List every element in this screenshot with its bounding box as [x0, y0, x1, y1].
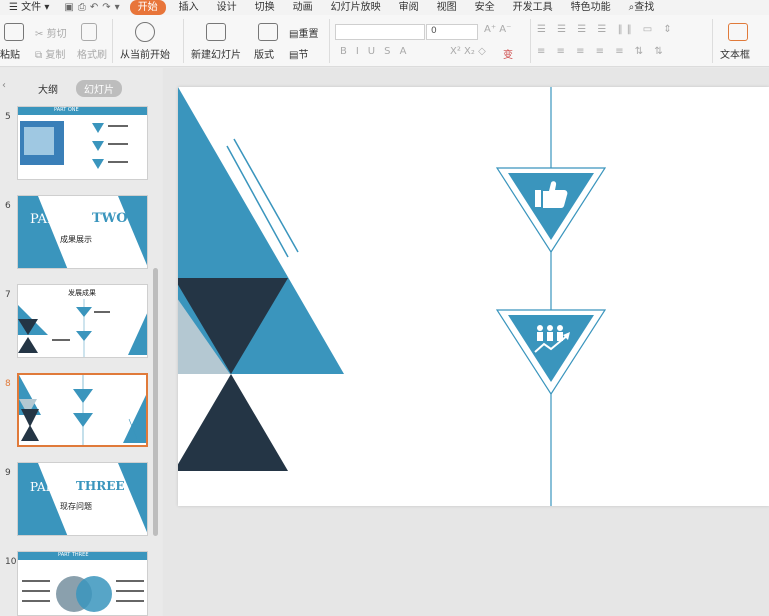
slide-7-title: 发展成果: [68, 289, 96, 297]
panel-scrollbar[interactable]: [153, 268, 158, 536]
tab-design[interactable]: 设计: [208, 0, 246, 15]
tab-special[interactable]: 特色功能: [562, 0, 620, 15]
align-buttons[interactable]: ≡ ≡ ≡ ≡ ≡ ⇅ ⇅: [537, 46, 667, 57]
tab-security[interactable]: 安全: [466, 0, 504, 15]
brush-icon: [81, 23, 97, 41]
slide-thumbnail-6[interactable]: PART TWO 成果展示: [17, 195, 148, 269]
slide-5-title: PART ONE: [54, 107, 79, 113]
list-buttons[interactable]: ☰ ☰ ☰ ☰ ‖‖ ▭ ⇕: [537, 24, 676, 35]
play-icon[interactable]: [135, 22, 155, 42]
slide-10-graphic: [18, 552, 147, 612]
copy-icon: ⧉: [35, 50, 43, 61]
new-slide-button[interactable]: 新建幻灯片: [191, 46, 241, 61]
tab-animation[interactable]: 动画: [284, 0, 322, 15]
cut-button[interactable]: ✂ 剪切: [35, 25, 67, 40]
slide-number: 7: [5, 290, 11, 300]
main-slide-graphic: [178, 87, 607, 506]
tab-review[interactable]: 审阅: [390, 0, 428, 15]
redo-icon[interactable]: ↷: [102, 2, 110, 13]
search-button[interactable]: ⌕查找: [620, 0, 664, 15]
slide-9-word: THREE: [76, 479, 125, 493]
menu-bar: ☰ 文件 ▾ ▣ ⎙ ↶ ↷ ▾ 开始 插入 设计 切换 动画 幻灯片放映 审阅…: [0, 0, 769, 15]
slide-10-title: PART THREE: [58, 552, 89, 558]
tab-start[interactable]: 开始: [129, 0, 166, 15]
slide-number: 5: [5, 112, 11, 122]
slide-number: 10: [5, 557, 17, 567]
tab-outline[interactable]: 大纲: [30, 80, 66, 97]
slide-9-part: PART: [30, 480, 63, 494]
slide-number: 9: [5, 468, 11, 478]
slide-8-graphic: [19, 375, 146, 445]
panel-tabs: 大纲 幻灯片: [30, 80, 122, 97]
font-style-buttons[interactable]: BIUSA: [340, 46, 416, 57]
section-button[interactable]: ▤节: [289, 46, 308, 61]
slide-thumbnail-10[interactable]: PART THREE: [17, 551, 148, 616]
print-icon[interactable]: ⎙: [78, 2, 86, 13]
phonetic-icon[interactable]: 变: [503, 46, 513, 61]
slide-9-graphic: [38, 463, 147, 535]
undo-icon[interactable]: ↶: [90, 2, 98, 13]
slide-6-part: PART: [30, 212, 66, 227]
textbox-button[interactable]: 文本框: [720, 46, 750, 61]
tab-slides[interactable]: 幻灯片: [76, 80, 122, 97]
dark-up-triangle: [178, 374, 288, 471]
menu-file[interactable]: ☰ 文件 ▾: [0, 0, 58, 15]
tab-view[interactable]: 视图: [428, 0, 466, 15]
slide-thumbnail-5[interactable]: PART ONE: [17, 106, 148, 180]
slide-number: 6: [5, 201, 11, 211]
tab-developer[interactable]: 开发工具: [504, 0, 562, 15]
layout-button[interactable]: 版式: [254, 46, 274, 61]
paste-icon[interactable]: [4, 23, 24, 41]
slide-thumbnail-7[interactable]: 发展成果: [17, 284, 148, 358]
font-name-select[interactable]: [335, 24, 425, 40]
tab-insert[interactable]: 插入: [170, 0, 208, 15]
slide-9-subtitle: 现存问题: [60, 502, 92, 511]
font-size-select[interactable]: 0: [426, 24, 478, 40]
reset-button[interactable]: ▤重置: [289, 25, 318, 40]
layout-icon[interactable]: [258, 23, 278, 41]
paste-button[interactable]: 粘贴: [0, 46, 20, 61]
copy-button[interactable]: ⧉ 复制: [35, 46, 65, 61]
textbox-icon[interactable]: [728, 23, 748, 41]
slide-6-subtitle: 成果展示: [60, 235, 92, 244]
customize-icon[interactable]: ▾: [115, 2, 120, 13]
scissors-icon: ✂: [35, 29, 44, 40]
quick-access-toolbar: ▣ ⎙ ↶ ↷ ▾: [58, 2, 125, 13]
tab-transition[interactable]: 切换: [246, 0, 284, 15]
new-slide-icon[interactable]: [206, 23, 226, 41]
slide-thumbnail-8[interactable]: [17, 373, 148, 447]
slide-number: 8: [5, 379, 11, 389]
slide-6-graphic: [38, 196, 147, 268]
superscript-icon[interactable]: X² X₂ ◇: [450, 46, 486, 57]
format-painter-button[interactable]: 格式刷: [77, 46, 107, 61]
ribbon: 粘贴 ✂ 剪切 ⧉ 复制 格式刷 从当前开始 新建幻灯片 版式 ▤重置 ▤节 0…: [0, 15, 769, 67]
font-grow-icon[interactable]: A⁺ A⁻: [484, 24, 511, 35]
slide-6-word: TWO: [92, 211, 128, 226]
save-icon[interactable]: ▣: [64, 2, 73, 13]
slide-thumbnail-9[interactable]: PART THREE 现存问题: [17, 462, 148, 536]
collapse-panel-icon[interactable]: ‹: [2, 80, 6, 91]
slide-5-graphic: [18, 107, 147, 169]
from-current-button[interactable]: 从当前开始: [120, 46, 170, 61]
main-slide[interactable]: [178, 87, 769, 506]
tab-slideshow[interactable]: 幻灯片放映: [322, 0, 390, 15]
